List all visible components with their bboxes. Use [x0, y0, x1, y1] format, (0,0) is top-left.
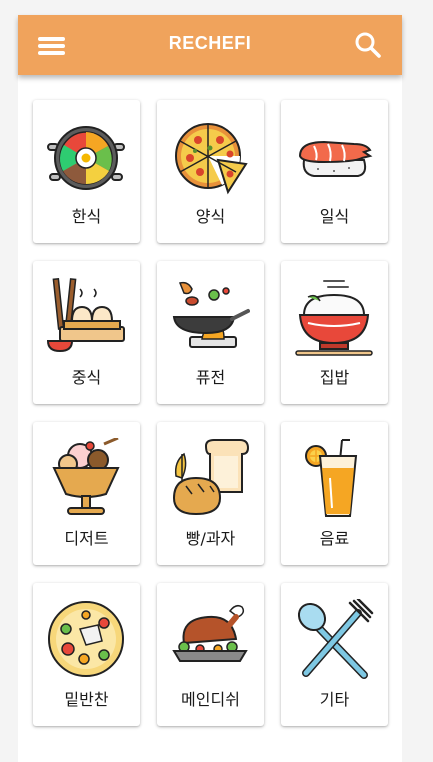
category-label: 기타 — [319, 690, 350, 709]
category-card-fusion[interactable]: 퓨전 — [157, 261, 264, 404]
top-app-bar: RECHEFI — [18, 15, 402, 75]
app-title: RECHEFI — [168, 33, 252, 53]
category-label: 양식 — [195, 207, 226, 226]
category-grid: 한식 양식 일식 중식 퓨전 집밥 디저트 빵/과자 음료 밑반찬 메인디쉬 기… — [33, 100, 389, 730]
category-label: 메인디쉬 — [181, 690, 240, 709]
roast-chicken-icon — [172, 604, 248, 662]
category-label: 일식 — [319, 207, 350, 226]
category-card-dessert[interactable]: 디저트 — [33, 422, 140, 565]
category-card-homemade[interactable]: 집밥 — [281, 261, 388, 404]
category-card-western[interactable]: 양식 — [157, 100, 264, 243]
category-label: 한식 — [71, 207, 102, 226]
category-label: 빵/과자 — [185, 529, 236, 548]
category-card-japanese[interactable]: 일식 — [281, 100, 388, 243]
utensils-icon — [297, 599, 374, 679]
category-label: 음료 — [319, 529, 350, 548]
category-card-etc[interactable]: 기타 — [281, 583, 388, 726]
app-screen: RECHEFI 한식 양식 일식 중식 퓨전 집밥 디저트 빵/과자 음료 밑반… — [18, 15, 402, 762]
category-card-chinese[interactable]: 중식 — [33, 261, 140, 404]
category-card-side-dish[interactable]: 밑반찬 — [33, 583, 140, 726]
category-card-drink[interactable]: 음료 — [281, 422, 388, 565]
search-icon[interactable] — [354, 31, 382, 59]
category-label: 밑반찬 — [64, 690, 109, 709]
bread-icon — [172, 439, 250, 516]
drink-icon — [305, 439, 358, 517]
category-card-korean[interactable]: 한식 — [33, 100, 140, 243]
category-label: 중식 — [71, 368, 102, 387]
wok-icon — [172, 281, 250, 348]
ice-cream-icon — [52, 438, 120, 515]
side-dish-icon — [48, 601, 124, 677]
category-label: 디저트 — [64, 529, 109, 548]
category-label: 퓨전 — [195, 368, 226, 387]
sushi-icon — [298, 140, 373, 177]
bibimbap-icon — [47, 126, 125, 190]
dumplings-icon — [46, 277, 125, 353]
category-card-bread[interactable]: 빵/과자 — [157, 422, 264, 565]
rice-bowl-icon — [295, 280, 373, 356]
category-card-main-dish[interactable]: 메인디쉬 — [157, 583, 264, 726]
pizza-icon — [175, 123, 248, 195]
category-label: 집밥 — [319, 368, 350, 387]
